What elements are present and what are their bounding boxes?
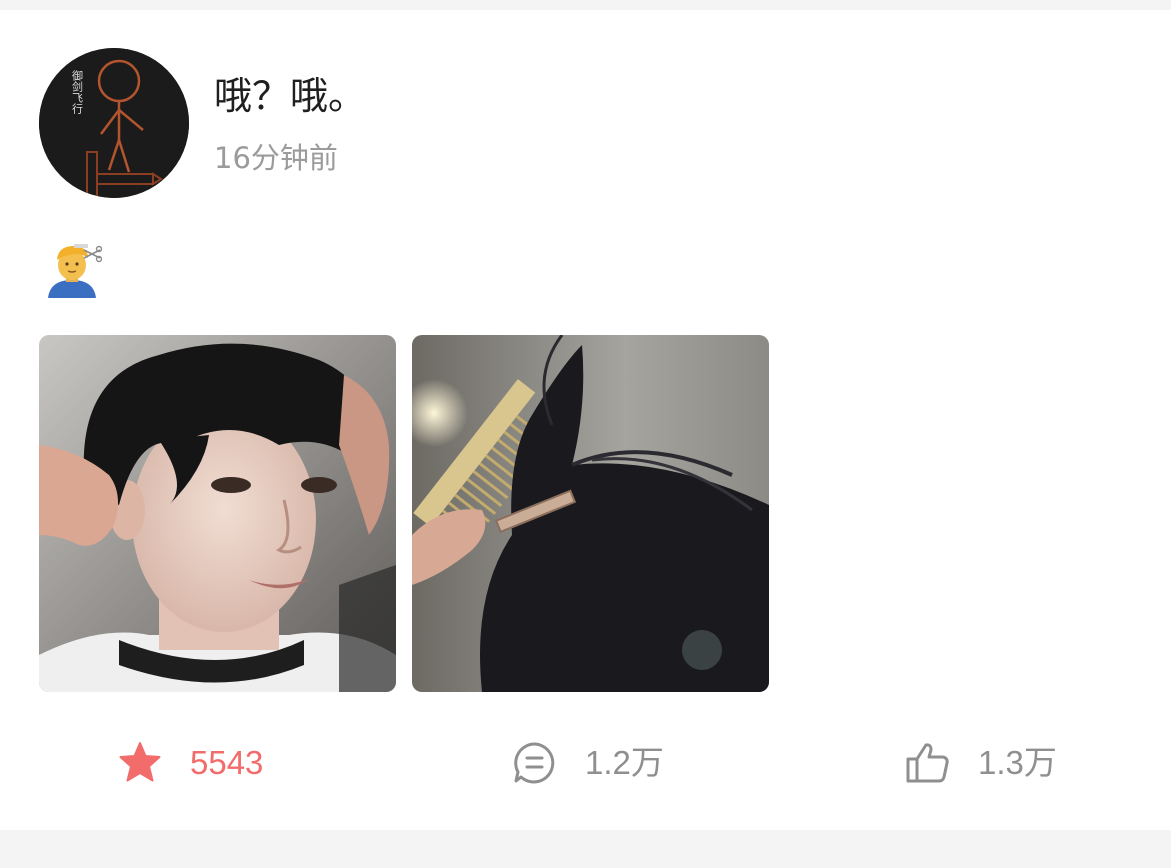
avatar-text: 御剑飞行 [71,69,84,115]
post-image-1[interactable] [39,335,396,692]
stick-figure-sword-avatar-icon: 御剑飞行 [39,48,189,198]
comment-button[interactable]: 1.2万 [511,735,664,791]
haircut-emoji-icon [44,240,103,298]
author-name[interactable]: 哦？哦。 [214,72,366,120]
avatar[interactable]: 御剑飞行 [39,48,189,198]
portrait-haircut-photo-icon [39,335,396,692]
favorite-button[interactable]: 5543 [116,735,263,791]
like-button[interactable]: 1.3万 [904,735,1057,791]
post-time: 16分钟前 [214,141,338,175]
like-count: 1.3万 [978,744,1057,781]
post-card: 御剑飞行 哦？哦。 16分钟前 5543 1.2万 1.3万 [0,10,1171,830]
comment-count: 1.2万 [585,744,664,781]
favorite-count: 5543 [190,744,264,781]
hair-clip-comb-photo-icon [412,335,769,692]
star-icon [116,739,164,787]
thumbs-up-icon [904,739,952,787]
post-image-2[interactable] [412,335,769,692]
comment-icon [511,739,559,787]
